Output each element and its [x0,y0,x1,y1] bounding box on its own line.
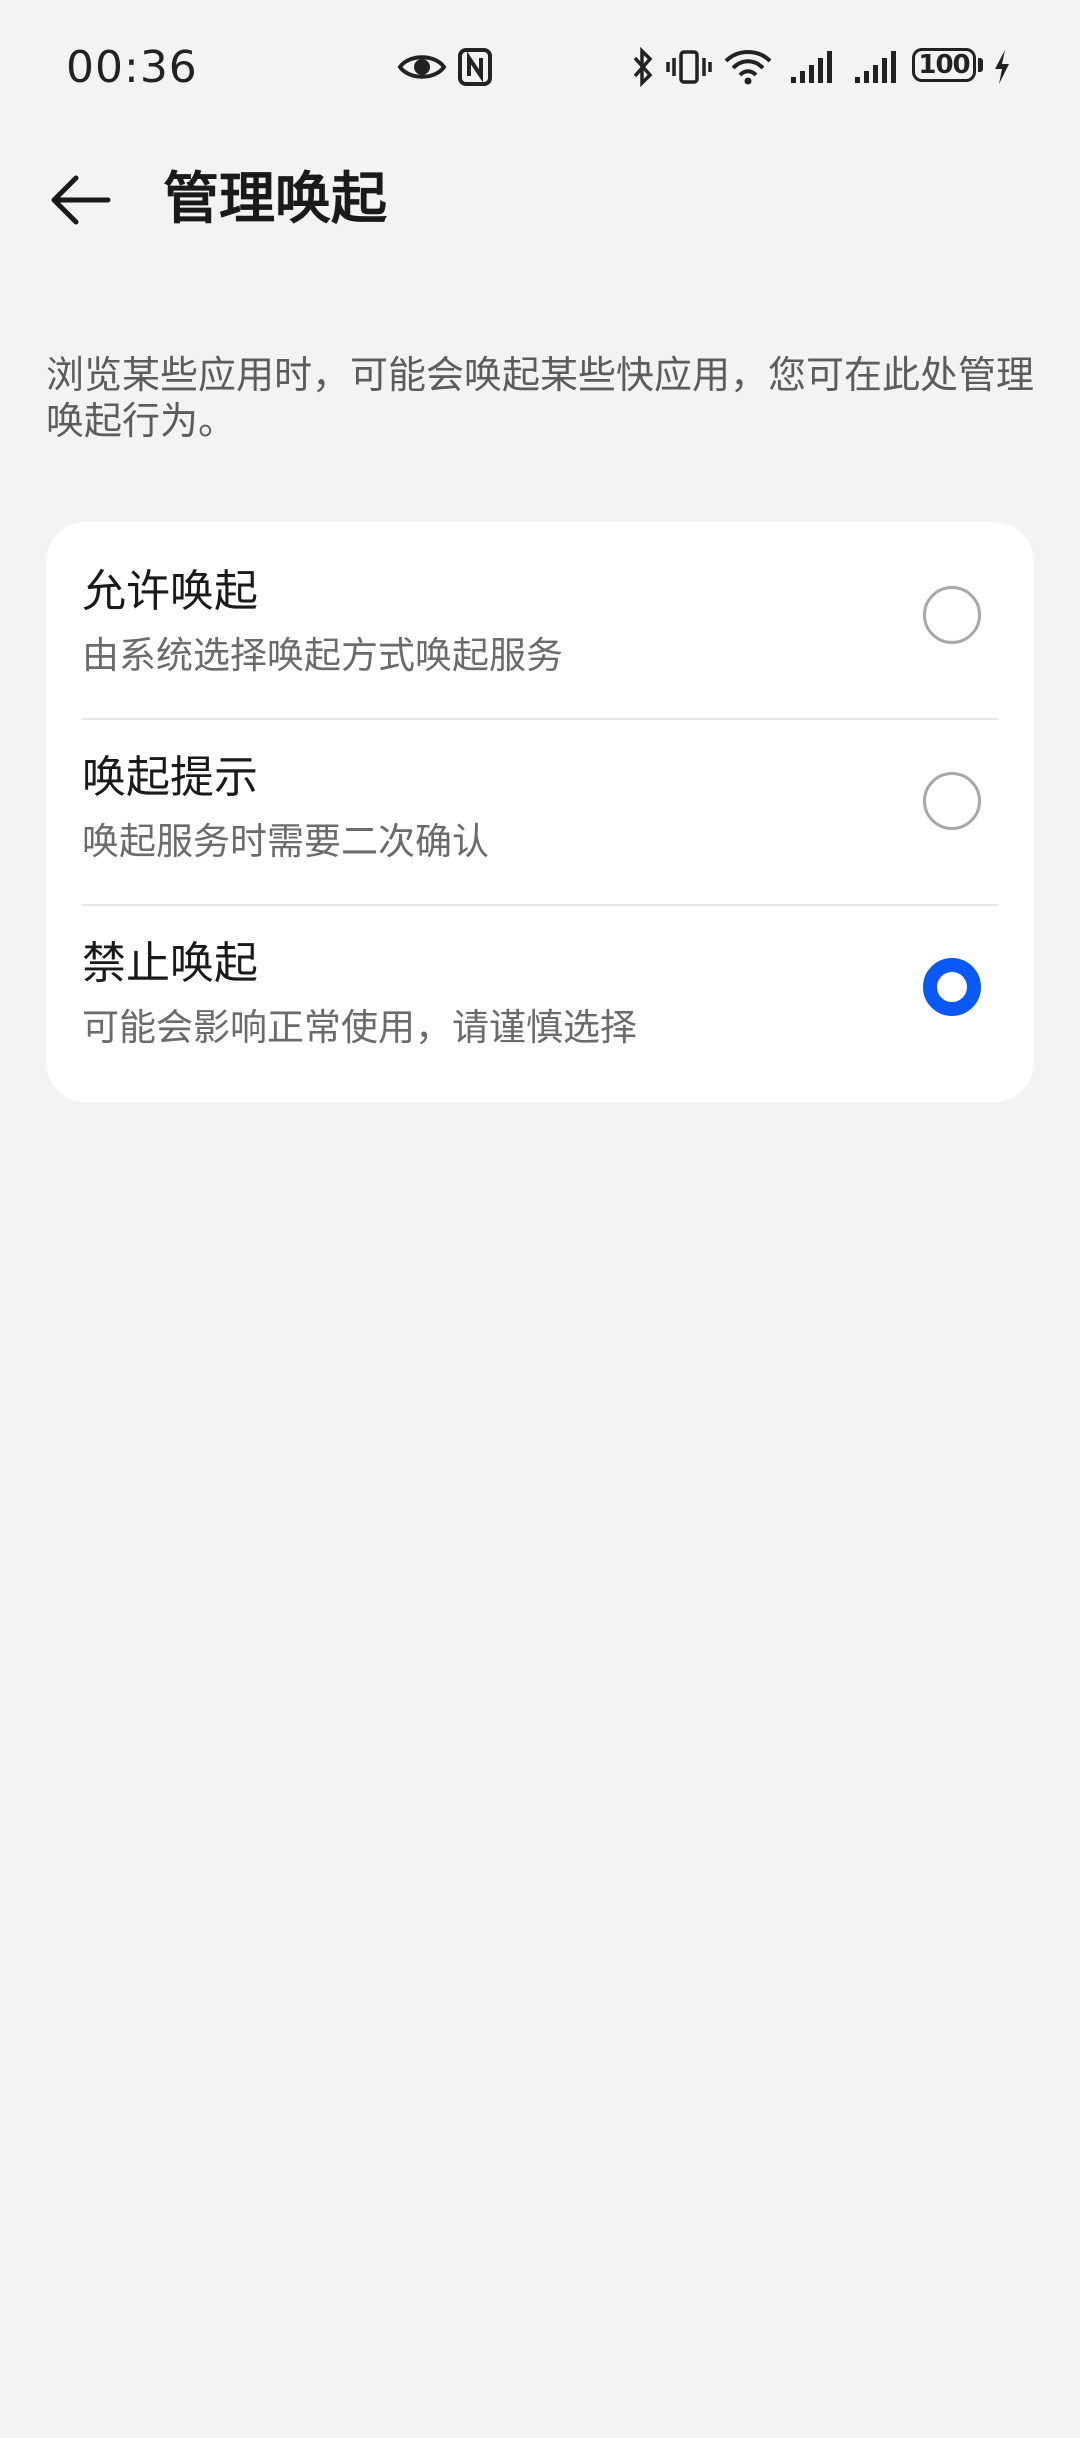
signal-icon [852,44,900,90]
vibrate-icon [664,44,714,90]
option-title: 允许唤起 [82,566,258,617]
charging-icon [990,44,1014,90]
option-prompt[interactable]: 唤起提示 唤起服务时需要二次确认 [46,708,1034,894]
wifi-icon [722,44,774,90]
option-subtitle: 可能会影响正常使用，请谨慎选择 [82,1006,637,1049]
header: 管理唤起 [0,150,1080,250]
option-title: 禁止唤起 [82,938,258,989]
option-allow[interactable]: 允许唤起 由系统选择唤起方式唤起服务 [46,522,1034,708]
radio-button[interactable] [923,772,981,830]
status-time: 00:36 [66,42,198,93]
status-bar: 00:36 100 [0,0,1080,130]
back-arrow-icon [51,175,111,225]
signal-icon [788,44,836,90]
option-subtitle: 唤起服务时需要二次确认 [82,820,489,863]
back-button[interactable] [40,160,120,240]
options-card: 允许唤起 由系统选择唤起方式唤起服务 唤起提示 唤起服务时需要二次确认 禁止唤起… [46,522,1034,1102]
page-title: 管理唤起 [163,167,387,232]
option-title: 唤起提示 [82,752,258,803]
bluetooth-icon [628,44,658,90]
option-subtitle: 由系统选择唤起方式唤起服务 [82,634,563,677]
radio-button[interactable] [923,586,981,644]
description-text: 浏览某些应用时，可能会唤起某些快应用，您可在此处管理唤起行为。 [46,353,1035,443]
battery-level: 100 [918,50,970,80]
battery-indicator: 100 [912,48,976,82]
nfc-icon [456,44,494,90]
battery-nub [978,58,983,72]
radio-button-selected[interactable] [923,958,981,1016]
eye-icon [396,44,448,90]
option-forbid[interactable]: 禁止唤起 可能会影响正常使用，请谨慎选择 [46,894,1034,1080]
